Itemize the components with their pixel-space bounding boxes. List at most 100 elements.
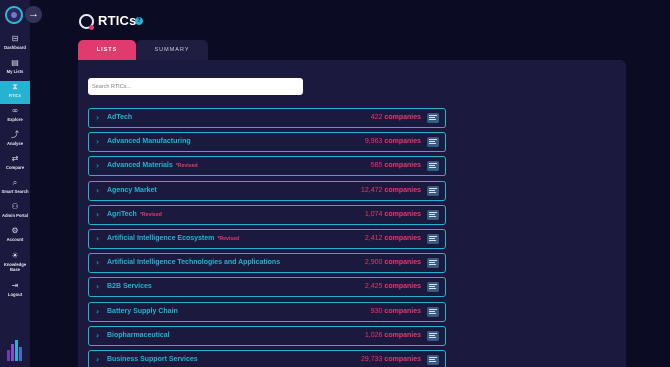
sidebar-item-explore[interactable]: ∞ Explore: [0, 105, 30, 128]
list-lines-icon: [429, 288, 436, 290]
app-logo[interactable]: [5, 6, 23, 24]
company-count-value: 930: [370, 307, 383, 315]
sidebar-item-smart-search[interactable]: ⌕ Smart Search: [0, 177, 30, 200]
company-count: 585 companies: [371, 162, 421, 169]
list-lines-icon: [429, 211, 437, 213]
rtic-list-row[interactable]: › B2B Services 2,425 companies: [88, 277, 446, 298]
rtic-name: Artificial Intelligence Technologies and…: [107, 259, 280, 266]
view-list-button[interactable]: [427, 330, 439, 341]
sidebar-item-label: RTICs: [8, 93, 22, 98]
rtic-name: AgriTech *Revised: [107, 211, 162, 218]
company-count: 9,963 companies: [365, 138, 421, 145]
help-icon[interactable]: ?: [135, 17, 143, 25]
chevron-right-icon[interactable]: ›: [96, 186, 99, 196]
chevron-right-icon[interactable]: ›: [96, 137, 99, 147]
sidebar-item-dashboard[interactable]: ⊟ Dashboard: [0, 33, 30, 56]
tab-summary[interactable]: SUMMARY: [136, 40, 208, 60]
page-title: RTICs: [98, 13, 137, 28]
search-input[interactable]: [88, 78, 303, 95]
sidebar-toggle-button[interactable]: →: [25, 6, 42, 23]
tab-lists[interactable]: LISTS: [78, 40, 136, 60]
sidebar-item-label: Dashboard: [4, 45, 26, 50]
chevron-right-icon[interactable]: ›: [96, 161, 99, 171]
dashboard-icon: ⊟: [11, 34, 19, 43]
sidebar-item-analyse[interactable]: ⤴ Analyse: [0, 129, 30, 152]
list-lines-icon: [429, 213, 435, 215]
chevron-right-icon[interactable]: ›: [96, 331, 99, 341]
chevron-right-icon[interactable]: ›: [96, 210, 99, 220]
view-list-button[interactable]: [427, 258, 439, 269]
list-lines-icon: [429, 189, 435, 191]
list-lines-icon: [429, 286, 435, 288]
rtic-list-row[interactable]: › AgriTech *Revised 1,074 companies: [88, 204, 446, 225]
sidebar-item-my-lists[interactable]: ▤ My Lists: [0, 57, 30, 80]
sidebar-item-account[interactable]: ⚙ Account: [0, 225, 30, 248]
chevron-right-icon[interactable]: ›: [96, 234, 99, 244]
chevron-right-icon[interactable]: ›: [96, 355, 99, 365]
knowledge-icon: ☀: [11, 251, 19, 260]
view-list-button[interactable]: [427, 113, 439, 123]
rtics-icon: ⧗: [12, 82, 18, 91]
rtic-list-row[interactable]: › Advanced Materials *Revised 585 companies: [88, 156, 446, 177]
company-count-value: 585: [370, 162, 383, 170]
revised-badge: *Revised: [175, 163, 198, 170]
view-list-button[interactable]: [427, 234, 439, 244]
view-list-button[interactable]: [427, 209, 439, 220]
rtic-name: Business Support Services: [107, 356, 198, 363]
company-count: 2,900 companies: [365, 259, 421, 266]
sidebar-item-knowledge-base[interactable]: ☀ Knowledge Base: [0, 250, 30, 275]
view-list-button[interactable]: [427, 355, 439, 365]
view-list-button[interactable]: [427, 282, 439, 293]
list-lines-icon: [429, 117, 435, 118]
company-count-value: 2,412: [364, 235, 383, 242]
list-lines-icon: [429, 357, 437, 358]
list-lines-icon: [429, 167, 436, 169]
rtic-list-row[interactable]: › Artificial Intelligence Ecosystem *Revis…: [88, 229, 446, 249]
rtic-name: Advanced Manufacturing: [107, 138, 191, 145]
list-lines-icon: [429, 139, 437, 141]
rtic-list-row[interactable]: › Battery Supply Chain 930 companies: [88, 301, 446, 322]
view-list-button[interactable]: [427, 306, 439, 317]
company-count-unit: companies: [384, 283, 421, 291]
company-count-unit: companies: [384, 307, 421, 315]
logout-icon: ⇥: [11, 281, 19, 290]
view-list-button[interactable]: [427, 161, 439, 172]
rtic-list-row[interactable]: › Advanced Manufacturing 9,963 companies: [88, 132, 446, 153]
sidebar-item-label: Logout: [7, 292, 23, 297]
company-count-value: 9,963: [364, 138, 383, 146]
company-count-value: 2,900: [364, 259, 383, 267]
rtic-list-row[interactable]: › Business Support Services 29,733 companie…: [88, 350, 446, 367]
list-lines-icon: [429, 119, 436, 120]
rtic-list-row[interactable]: › Artificial Intelligence Technologies an…: [88, 253, 446, 274]
sidebar: ⊟ Dashboard ▤ My Lists ⧗ RTICs ∞ Explore ⤴ Analys…: [0, 0, 30, 367]
sidebar-item-compare[interactable]: ⇄ Compare: [0, 153, 30, 176]
analyse-icon: ⤴: [11, 130, 19, 139]
rtic-name: Battery Supply Chain: [107, 308, 178, 315]
rtic-list-row[interactable]: › AdTech 422 companies: [88, 108, 446, 128]
chevron-right-icon[interactable]: ›: [96, 113, 99, 123]
sidebar-item-label: Knowledge Base: [3, 262, 27, 272]
chevron-right-icon[interactable]: ›: [96, 282, 99, 292]
sidebar-item-rtics[interactable]: ⧗ RTICs: [0, 81, 30, 104]
rtic-list-row[interactable]: › Biopharmaceutical 1,026 companies: [88, 325, 446, 346]
rtic-list-row[interactable]: › Agency Market 12,472 companies: [88, 180, 446, 201]
sidebar-item-label: Compare: [5, 165, 25, 170]
sidebar-item-label: Smart Search: [1, 189, 29, 194]
company-count-unit: companies: [384, 356, 421, 363]
chevron-right-icon[interactable]: ›: [96, 258, 99, 268]
view-list-button[interactable]: [427, 137, 439, 148]
company-count-unit: companies: [384, 210, 421, 218]
rtic-name: B2B Services: [107, 283, 152, 290]
company-count: 12,472 companies: [361, 187, 421, 194]
sidebar-item-admin-portal[interactable]: ⚇ Admin Portal: [0, 201, 30, 224]
rtic-name: Agency Market: [107, 187, 157, 194]
chevron-right-icon[interactable]: ›: [96, 307, 99, 317]
sidebar-item-logout[interactable]: ⇥ Logout: [0, 280, 30, 303]
rtic-name-text: Advanced Materials: [107, 162, 173, 170]
view-list-button[interactable]: [427, 185, 439, 196]
gear-icon: ⚙: [11, 226, 19, 235]
revised-badge: *Revised: [139, 211, 162, 218]
list-lines-icon: [429, 141, 435, 143]
list-lines-icon: [429, 165, 435, 167]
rtic-name: Advanced Materials *Revised: [107, 162, 198, 169]
